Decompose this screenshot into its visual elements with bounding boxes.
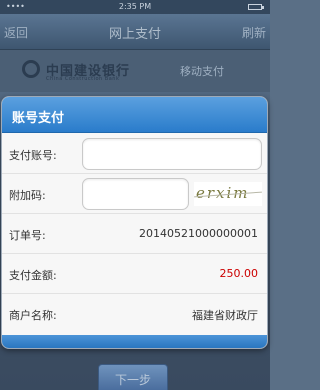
order-row: 订单号: 20140521000000001 xyxy=(2,214,267,254)
status-time: 2:35 PM xyxy=(118,2,152,11)
ccb-logo-icon xyxy=(22,60,40,78)
dialog-header: 账号支付 xyxy=(2,97,267,133)
extra-code-row: 附加码: erxim xyxy=(2,174,267,214)
merchant-name: 福建省财政厅 xyxy=(192,309,258,322)
account-label: 支付账号: xyxy=(9,149,57,162)
nav-bar: 返回 网上支付 刷新 xyxy=(0,14,270,50)
extra-code-input[interactable] xyxy=(82,178,189,210)
account-row: 支付账号: xyxy=(2,134,267,174)
account-input[interactable] xyxy=(82,138,262,170)
merchant-row: 商户名称: 福建省财政厅 xyxy=(2,294,267,334)
amount-label: 支付金额: xyxy=(9,269,57,282)
extra-code-label: 附加码: xyxy=(9,189,46,202)
order-label: 订单号: xyxy=(9,229,46,242)
merchant-label: 商户名称: xyxy=(9,309,57,322)
bank-banner: 中国建设银行 China Construction Bank 移动支付 xyxy=(0,50,270,92)
mobile-pay-caption: 移动支付 xyxy=(180,65,224,78)
captcha-image[interactable]: erxim xyxy=(194,182,262,206)
bank-subtitle: China Construction Bank xyxy=(46,76,120,82)
payment-amount: 250.00 xyxy=(219,267,259,280)
refresh-button[interactable]: 刷新 xyxy=(242,24,266,41)
page-title: 网上支付 xyxy=(108,27,161,42)
status-bar: •••• 2:35 PM xyxy=(0,0,270,14)
order-number: 20140521000000001 xyxy=(139,227,258,240)
dialog-footer-bar xyxy=(2,335,267,348)
account-payment-dialog: 账号支付 支付账号: 附加码: erxim 订单号: 2014052100000… xyxy=(1,96,268,349)
next-step-button[interactable]: 下一步 xyxy=(98,364,168,390)
dialog-title: 账号支付 xyxy=(12,111,65,126)
amount-row: 支付金额: 250.00 xyxy=(2,254,267,294)
battery-icon xyxy=(248,4,264,10)
